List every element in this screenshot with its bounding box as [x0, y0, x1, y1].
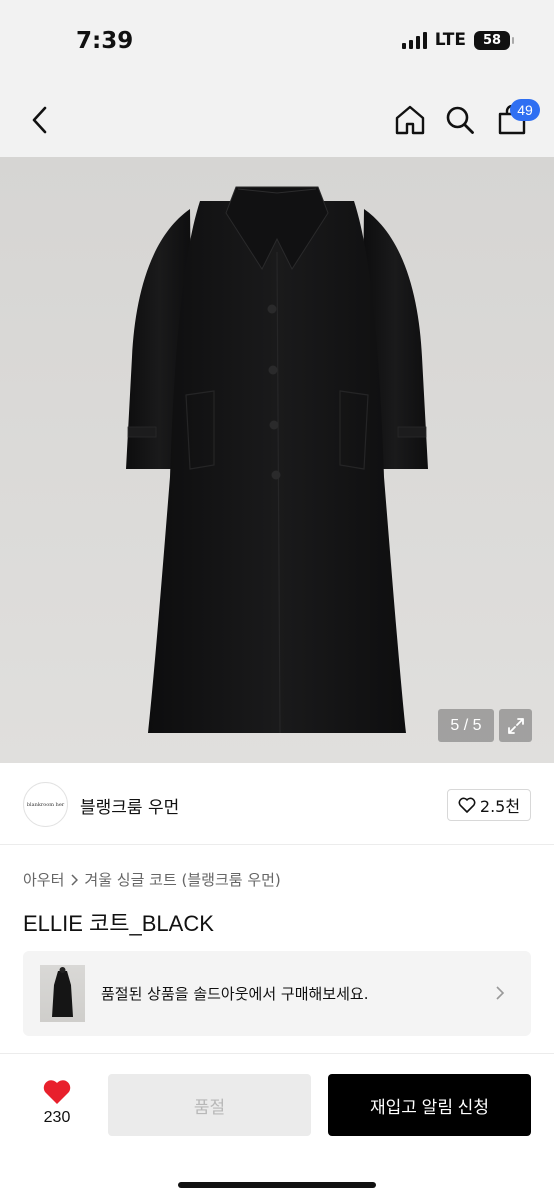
home-button[interactable]: [392, 102, 428, 138]
brand-logo[interactable]: blankroom her: [23, 782, 68, 827]
restock-alert-button[interactable]: 재입고 알림 신청: [328, 1074, 531, 1136]
breadcrumb-category[interactable]: 아우터: [23, 869, 64, 890]
coat-image: [126, 186, 428, 734]
wishlist-count: 230: [43, 1109, 71, 1126]
brand-row[interactable]: blankroom her 블랭크룸 우먼 2.5천: [0, 763, 554, 845]
expand-button[interactable]: [499, 709, 532, 742]
status-time: 7:39: [76, 28, 134, 54]
chevron-right-icon: [71, 873, 79, 886]
soldout-banner-text: 품절된 상품을 솔드아웃에서 구매해보세요.: [101, 985, 369, 1003]
product-title: ELLIE 코트_BLACK: [23, 911, 214, 936]
home-indicator: [178, 1182, 376, 1188]
heart-outline-icon: [458, 797, 476, 813]
battery-icon: 58: [474, 30, 514, 50]
status-indicators: LTE 58: [401, 30, 514, 50]
back-button[interactable]: [22, 102, 58, 138]
status-bar: 7:39 LTE 58: [0, 0, 554, 84]
expand-icon: [507, 717, 524, 734]
breadcrumb: 아우터 겨울 싱글 코트 (블랭크룸 우먼): [23, 869, 281, 890]
signal-icon: [401, 31, 427, 49]
nav-bar: 49: [0, 84, 554, 157]
network-label: LTE: [434, 30, 466, 50]
wishlist-button[interactable]: [40, 1076, 74, 1106]
brand-logo-text: blankroom her: [26, 801, 65, 808]
search-icon: [446, 106, 474, 134]
bottom-action-bar: 230 품절 재입고 알림 신청: [0, 1053, 554, 1200]
soldout-banner[interactable]: 품절된 상품을 솔드아웃에서 구매해보세요.: [23, 951, 531, 1036]
cart-count-badge: 49: [510, 99, 540, 121]
soldout-thumbnail: [40, 965, 85, 1022]
home-icon: [395, 105, 425, 135]
image-counter: 5 / 5: [438, 709, 494, 742]
soldout-button: 품절: [108, 1074, 311, 1136]
brand-name[interactable]: 블랭크룸 우먼: [80, 793, 179, 818]
battery-level: 58: [482, 32, 502, 48]
chevron-left-icon: [32, 106, 47, 134]
brand-like-count: 2.5천: [479, 797, 521, 816]
brand-like-button[interactable]: 2.5천: [447, 789, 531, 821]
product-image[interactable]: [0, 157, 554, 763]
breadcrumb-subcategory[interactable]: 겨울 싱글 코트 (블랭크룸 우먼): [84, 869, 280, 890]
search-button[interactable]: [442, 102, 478, 138]
chevron-right-icon: [496, 986, 505, 1000]
heart-icon: [43, 1079, 71, 1104]
